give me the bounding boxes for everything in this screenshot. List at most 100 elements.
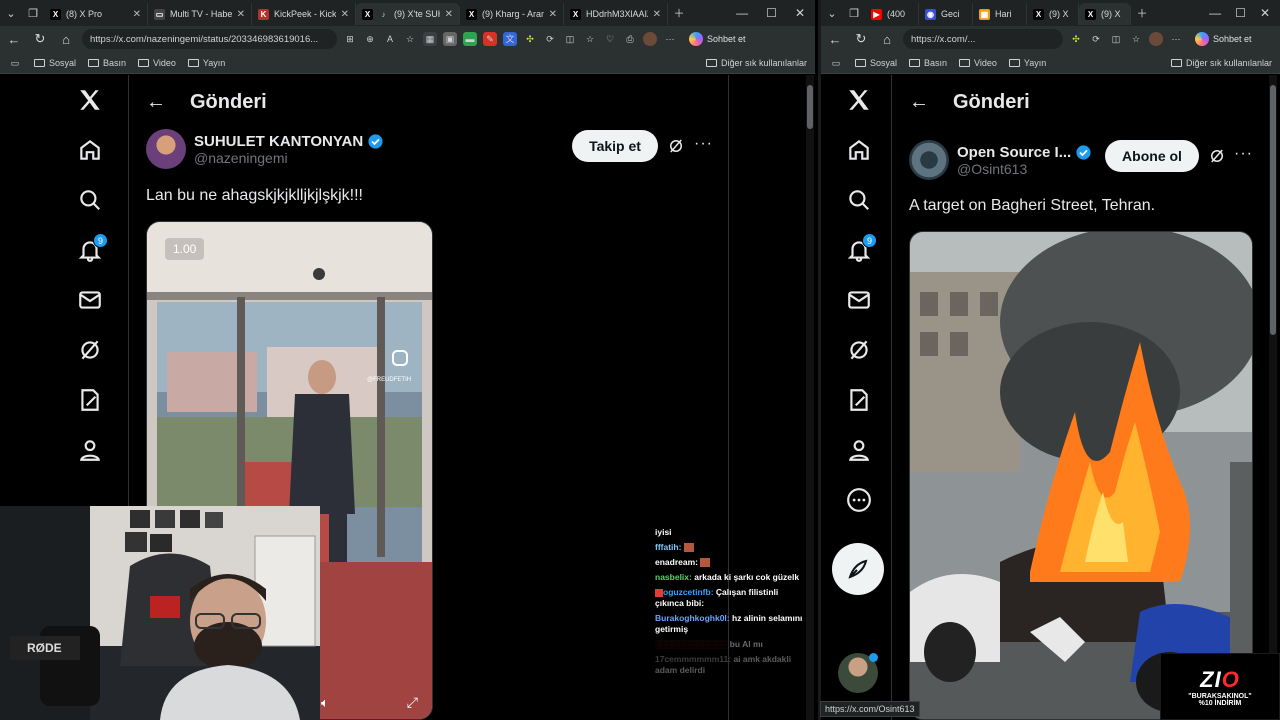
more-options-icon[interactable]: ··· — [1234, 145, 1253, 163]
bookmark-folder-basin[interactable]: Basın — [909, 58, 947, 68]
url-field[interactable]: https://x.com/... — [903, 29, 1063, 49]
extension-icon[interactable]: ⟳ — [543, 32, 557, 46]
extension-icon[interactable]: ▦ — [423, 32, 437, 46]
tab-3[interactable]: K KickPeek - Kick.com ✕ — [252, 3, 356, 25]
nav-notifications[interactable]: 9 — [65, 225, 115, 275]
tab-actions-menu[interactable]: ⌄ — [0, 2, 22, 24]
other-favorites[interactable]: Diğer sık kullanılanlar — [705, 58, 807, 68]
new-tab-button[interactable]: ＋ — [1131, 2, 1153, 24]
close-tab-icon[interactable]: ✕ — [237, 9, 245, 20]
nav-grok[interactable] — [65, 325, 115, 375]
grok-explain-icon[interactable] — [1208, 147, 1226, 165]
tab-2[interactable]: ▭ Multi TV - Haber İz ✕ — [148, 3, 252, 25]
tab-actions-menu[interactable]: ⌄ — [821, 2, 843, 24]
bookmark-folder-yayin[interactable]: Yayın — [1008, 58, 1046, 68]
nav-grok[interactable] — [834, 325, 884, 375]
author-handle[interactable]: @nazeningemi — [194, 150, 384, 166]
split-screen-icon[interactable]: ◫ — [563, 32, 577, 46]
maximize-icon[interactable]: ☐ — [766, 6, 777, 20]
bookmark-folder-basin[interactable]: Basın — [88, 58, 126, 68]
nav-notifications[interactable]: 9 — [834, 225, 884, 275]
close-tab-icon[interactable]: ✕ — [341, 9, 349, 20]
tab-4[interactable]: X (9) X — [1027, 3, 1079, 25]
url-field[interactable]: https://x.com/nazeningemi/status/2033469… — [82, 29, 337, 49]
author-name-row[interactable]: Open Source I... — [957, 144, 1092, 161]
tab-6[interactable]: X HDdrhM3XlAAIZq ✕ — [564, 3, 668, 25]
workspaces-icon[interactable]: ❐ — [22, 2, 44, 24]
screenshot-icon[interactable]: ⎙ — [623, 32, 637, 46]
workspaces-icon[interactable]: ❐ — [843, 2, 865, 24]
refresh-icon[interactable]: ↻ — [851, 31, 871, 47]
tab-1[interactable]: X (8) X Pro ✕ — [44, 3, 148, 25]
close-tab-icon[interactable]: ✕ — [445, 9, 453, 20]
copilot-chat-button[interactable]: Sohbet et — [683, 32, 752, 46]
new-tab-button[interactable]: ＋ — [668, 2, 690, 24]
extension-icon[interactable]: ⟳ — [1089, 32, 1103, 46]
back-arrow-icon[interactable]: ← — [825, 32, 845, 47]
bookmark-folder-yayin[interactable]: Yayın — [187, 58, 225, 68]
avatar[interactable] — [909, 140, 949, 180]
split-screen-icon[interactable]: ◫ — [1109, 32, 1123, 46]
tab-5-active[interactable]: X (9) X — [1079, 3, 1131, 25]
nav-premium-articles[interactable] — [65, 375, 115, 425]
tab-1[interactable]: ▶ (400 — [865, 3, 919, 25]
nav-home[interactable] — [65, 125, 115, 175]
tab-4-active[interactable]: X ♪ (9) X'te SUHUL ✕ — [356, 3, 460, 25]
more-icon[interactable]: ⋯ — [663, 32, 677, 46]
bookmark-folder-sosyal[interactable]: Sosyal — [34, 58, 76, 68]
nav-messages[interactable] — [65, 275, 115, 325]
extension-icon[interactable]: ✣ — [1069, 32, 1083, 46]
close-tab-icon[interactable]: ✕ — [133, 9, 141, 20]
close-tab-icon[interactable]: ✕ — [653, 9, 661, 20]
copilot-chat-button[interactable]: Sohbet et — [1189, 32, 1258, 46]
tab-3[interactable]: ▦ Hari — [973, 3, 1027, 25]
profile-avatar-icon[interactable] — [1149, 32, 1163, 46]
app-available-icon[interactable]: ⊞ — [343, 32, 357, 46]
bookmark-folder-video[interactable]: Video — [959, 58, 997, 68]
zoom-icon[interactable]: ⊕ — [363, 32, 377, 46]
close-tab-icon[interactable]: ✕ — [549, 9, 557, 20]
close-window-icon[interactable]: ✕ — [1260, 6, 1270, 20]
sidebar-toggle-icon[interactable]: ▭ — [829, 56, 843, 70]
minimize-icon[interactable]: — — [736, 6, 748, 20]
tab-5[interactable]: X (9) Kharg - Arama ✕ — [460, 3, 564, 25]
x-logo-home-link[interactable] — [834, 75, 884, 125]
scrollbar-thumb[interactable] — [807, 85, 813, 129]
translate-icon[interactable]: 文 — [503, 32, 517, 46]
tweet-image[interactable] — [909, 231, 1253, 720]
other-favorites[interactable]: Diğer sık kullanılanlar — [1170, 58, 1272, 68]
nav-explore[interactable] — [65, 175, 115, 225]
page-scrollbar[interactable] — [1269, 75, 1277, 720]
favorite-star-icon[interactable]: ☆ — [403, 32, 417, 46]
fullscreen-icon[interactable]: ⤢ — [407, 694, 418, 711]
compose-post-button[interactable] — [832, 543, 884, 595]
bookmark-folder-sosyal[interactable]: Sosyal — [855, 58, 897, 68]
nav-profile[interactable] — [834, 425, 884, 475]
refresh-icon[interactable]: ↻ — [30, 31, 50, 47]
tab-2[interactable]: ◉ Geci — [919, 3, 973, 25]
nav-explore[interactable] — [834, 175, 884, 225]
back-arrow-icon[interactable]: ← — [146, 91, 166, 114]
x-logo-home-link[interactable] — [65, 75, 115, 125]
subscribe-button[interactable]: Abone ol — [1105, 140, 1199, 172]
favorites-icon[interactable]: ☆ — [1129, 32, 1143, 46]
close-window-icon[interactable]: ✕ — [795, 6, 805, 20]
profile-avatar-icon[interactable] — [643, 32, 657, 46]
sidebar-toggle-icon[interactable]: ▭ — [8, 56, 22, 70]
back-arrow-icon[interactable]: ← — [909, 91, 929, 114]
nav-home[interactable] — [834, 125, 884, 175]
follow-button[interactable]: Takip et — [572, 130, 658, 162]
minimize-icon[interactable]: — — [1209, 6, 1221, 20]
speaker-icon[interactable]: ♪ — [378, 9, 389, 20]
avatar[interactable] — [146, 129, 186, 169]
video-speed-indicator[interactable]: 1.00 — [165, 238, 205, 260]
heart-icon[interactable]: ♡ — [603, 32, 617, 46]
home-icon[interactable]: ⌂ — [877, 32, 897, 47]
extension-icon[interactable]: ✎ — [483, 32, 497, 46]
back-arrow-icon[interactable]: ← — [4, 32, 24, 47]
page-scrollbar[interactable] — [806, 75, 814, 720]
extension-icon[interactable]: ▬ — [463, 32, 477, 46]
home-icon[interactable]: ⌂ — [56, 32, 76, 47]
read-aloud-icon[interactable]: A — [383, 32, 397, 46]
extension-icon[interactable]: ▣ — [443, 32, 457, 46]
